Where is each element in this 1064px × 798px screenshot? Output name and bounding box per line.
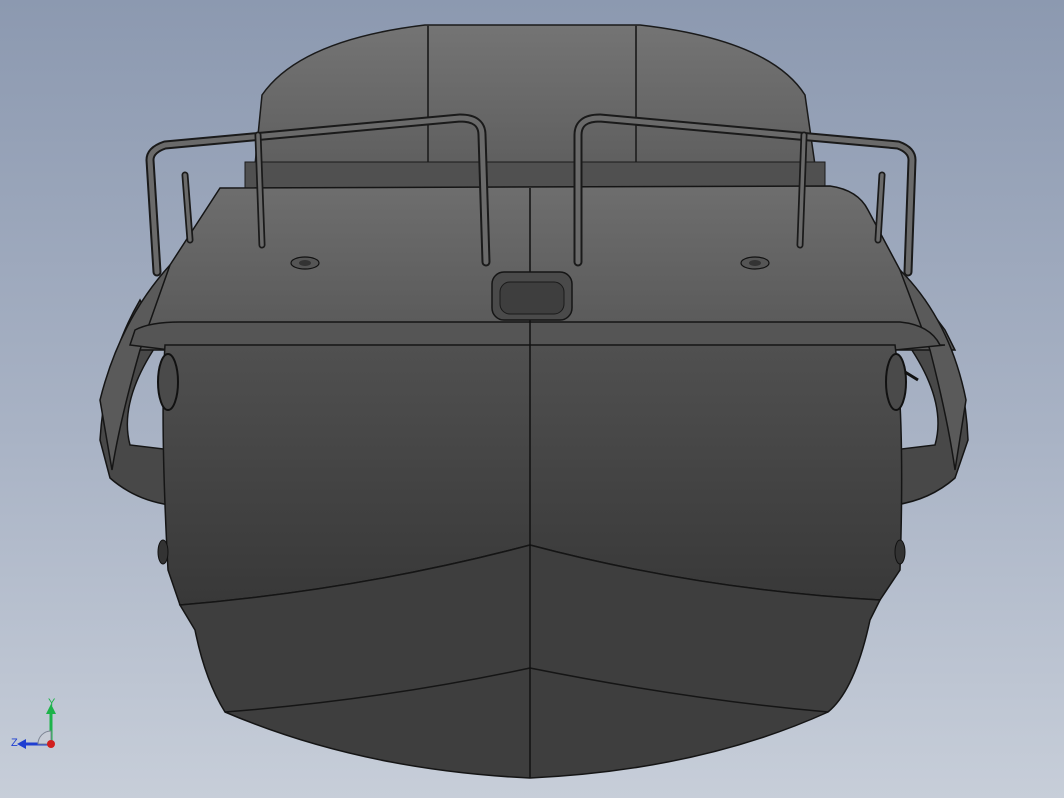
cleat-right xyxy=(740,256,770,270)
boat-model[interactable] xyxy=(0,0,1064,798)
side-ring-left xyxy=(157,353,179,411)
3d-viewport[interactable]: Y Z xyxy=(0,0,1064,798)
z-axis-label: Z xyxy=(11,737,18,749)
y-axis-label: Y xyxy=(48,698,56,709)
dash-strip xyxy=(244,161,826,189)
cleat-left xyxy=(290,256,320,270)
x-axis-dot xyxy=(47,740,55,748)
coordinate-triad-icon: Y Z xyxy=(11,698,56,749)
side-ring-right xyxy=(885,353,907,411)
windshield xyxy=(254,24,816,166)
